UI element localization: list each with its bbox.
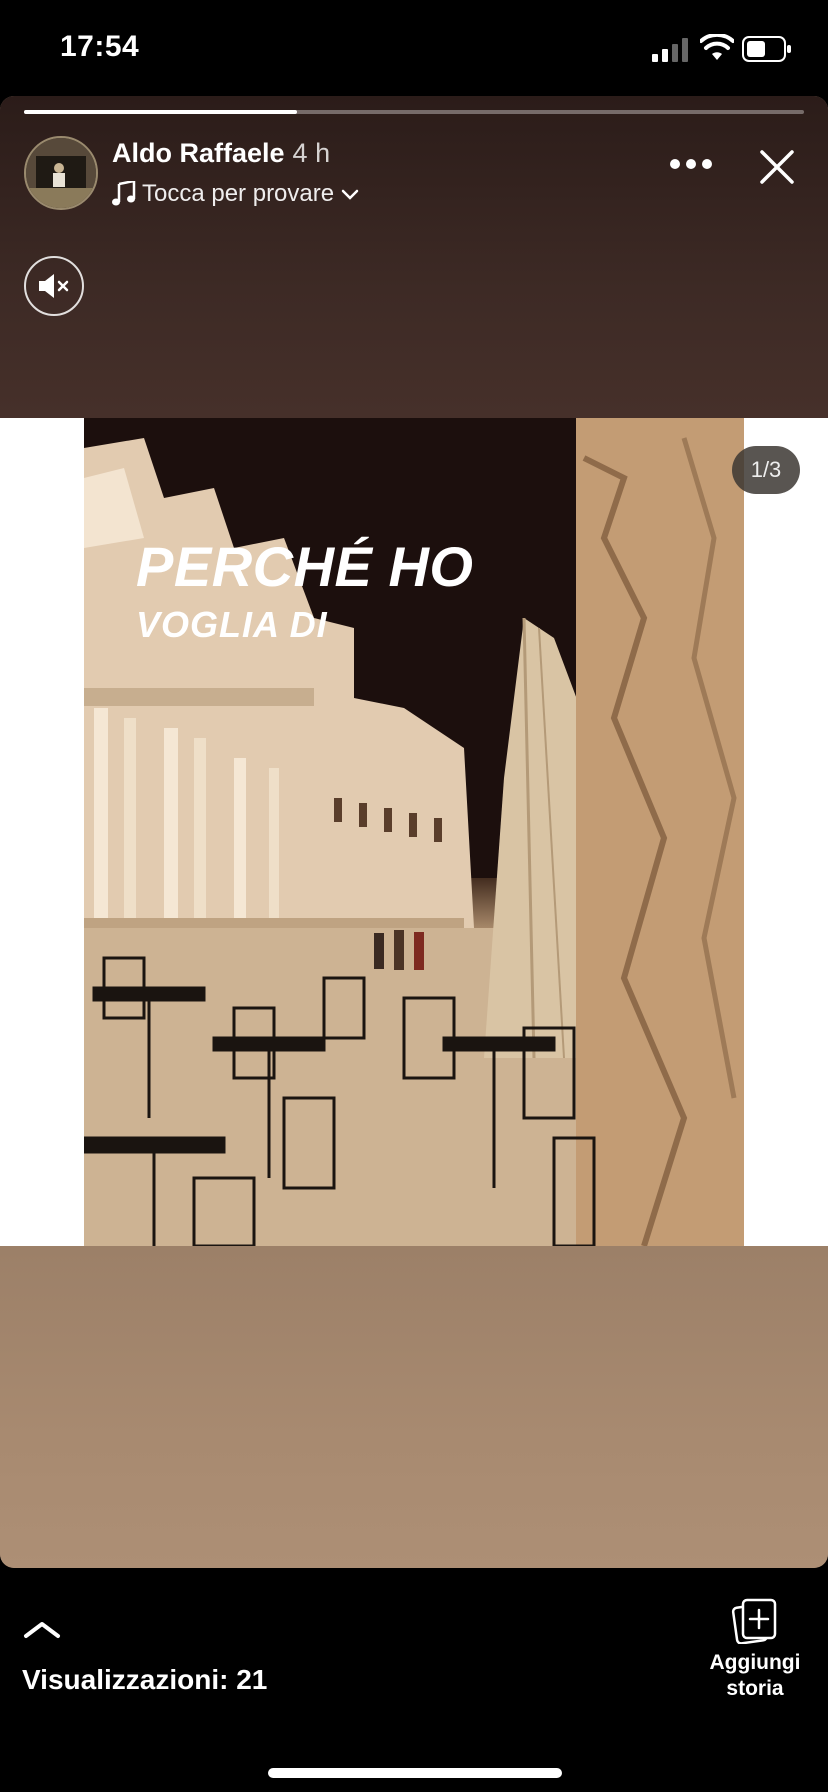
username-text[interactable]: Aldo Raffaele <box>112 138 285 168</box>
carousel-counter: 1/3 <box>732 446 800 494</box>
wifi-icon <box>700 34 734 60</box>
close-icon[interactable] <box>758 148 796 186</box>
chevron-down-icon[interactable] <box>340 187 360 201</box>
more-icon[interactable] <box>668 152 714 176</box>
story-bottom-band <box>0 1246 828 1568</box>
add-story-label[interactable]: Aggiungi storia <box>710 1650 801 1702</box>
music-label[interactable]: Tocca per provare <box>142 180 334 208</box>
music-sticker[interactable]: Tocca per provare <box>112 180 360 208</box>
story-time-ago: 4 h <box>292 138 331 168</box>
mute-icon <box>39 274 69 298</box>
home-indicator[interactable] <box>268 1768 562 1778</box>
story-viewer[interactable]: Aldo Raffaele 4 h Tocca per provare 1/3 … <box>0 96 828 1568</box>
status-time: 17:54 <box>60 30 140 63</box>
story-progress-fill <box>24 110 297 114</box>
overlay-subtitle: VOGLIA DI <box>136 604 328 645</box>
views-count[interactable]: Visualizzazioni: 21 <box>22 1664 267 1696</box>
cellular-signal-icon <box>652 38 688 62</box>
overlay-title: PERCHÉ HO <box>136 535 474 598</box>
story-progress-bar <box>24 110 804 114</box>
story-username[interactable]: Aldo Raffaele 4 h <box>112 138 330 169</box>
story-footer: Visualizzazioni: 21 Aggiungi storia <box>0 1568 828 1792</box>
battery-icon <box>742 36 791 62</box>
chevron-up-icon[interactable] <box>22 1618 62 1642</box>
music-note-icon <box>112 181 136 206</box>
avatar[interactable] <box>24 136 98 210</box>
add-story-button[interactable]: Aggiungi storia <box>690 1598 820 1702</box>
add-story-icon <box>731 1598 777 1644</box>
status-bar: 17:54 <box>0 0 828 96</box>
mute-button[interactable] <box>24 256 84 316</box>
